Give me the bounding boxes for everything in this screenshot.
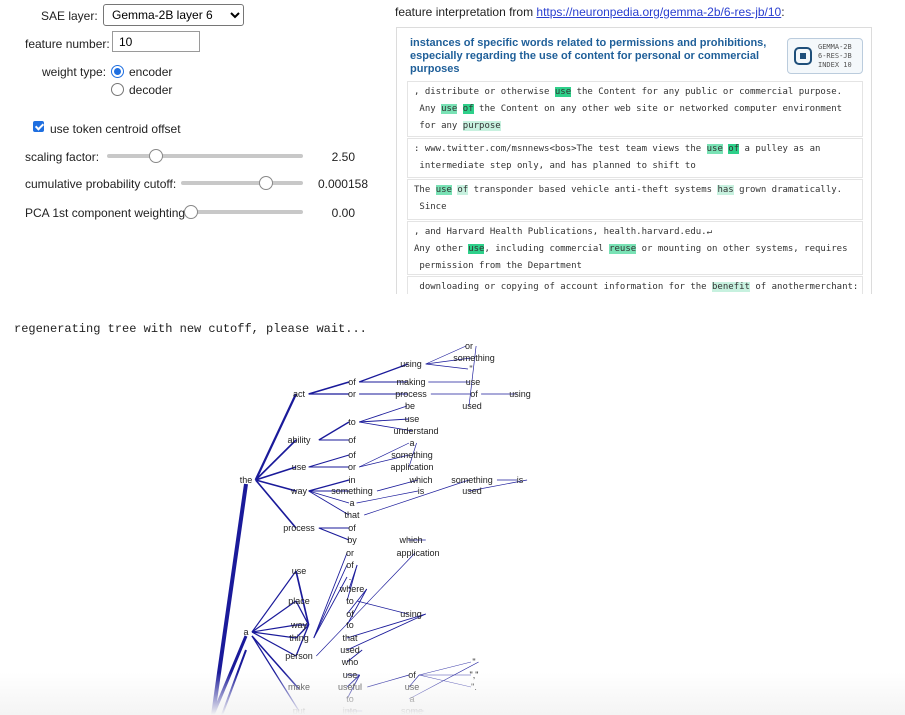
tree-edge xyxy=(255,479,297,492)
tree-node: or xyxy=(465,341,473,351)
tree-node: use xyxy=(292,566,307,576)
tree-edge xyxy=(318,527,350,541)
tree-edge xyxy=(419,674,472,688)
tree-node: or xyxy=(346,548,354,558)
tree-edge xyxy=(308,381,350,395)
tree-node: something xyxy=(391,450,433,460)
tree-node: something xyxy=(453,353,495,363)
tree-node: of xyxy=(346,560,354,570)
tree-node: a xyxy=(409,438,414,448)
tree-node: put xyxy=(293,706,306,715)
tree-node: used xyxy=(462,486,482,496)
tree-node: by xyxy=(347,535,357,545)
tree-edge xyxy=(251,624,297,633)
tree-node: where xyxy=(339,584,365,594)
tree-node: of xyxy=(348,435,356,445)
tree-node: to xyxy=(348,417,356,427)
tree-node: ability xyxy=(287,435,311,445)
tree-node: . xyxy=(349,572,352,582)
tree-edge xyxy=(316,552,416,657)
tree-node: place xyxy=(288,596,310,606)
tree-node: which xyxy=(408,475,432,485)
tree-node: a xyxy=(349,498,354,508)
tree-edge xyxy=(313,564,348,639)
tree-node: understand xyxy=(393,426,438,436)
tree-node: thing xyxy=(289,633,309,643)
tree-node: making xyxy=(396,377,425,387)
tree-node: process xyxy=(283,523,315,533)
tree-node: which xyxy=(398,535,422,545)
tree-node: the xyxy=(240,475,253,485)
tree-node: or xyxy=(348,389,356,399)
tree-edge xyxy=(419,661,472,676)
tree-node: is xyxy=(517,475,524,485)
tree-node: " xyxy=(472,657,475,667)
tree-node: using xyxy=(400,609,422,619)
tree-node: to xyxy=(346,596,354,606)
tree-node: use xyxy=(405,414,420,424)
tree-node: ". xyxy=(471,682,477,692)
tree-node: way xyxy=(290,486,308,496)
tree-node: use xyxy=(292,462,307,472)
tree-node: or xyxy=(348,462,356,472)
tree-node: some xyxy=(401,706,423,715)
tree-node: application xyxy=(390,462,433,472)
tree-edge xyxy=(408,661,479,700)
tree-edge xyxy=(367,674,410,688)
tree-edge xyxy=(255,479,297,529)
tree-edge xyxy=(211,483,248,715)
tree-node: application xyxy=(396,548,439,558)
tree-node: that xyxy=(344,510,360,520)
tree-node: of xyxy=(470,389,478,399)
tree-node: " xyxy=(469,364,472,374)
tree-node: of xyxy=(348,450,356,460)
tree-node: using xyxy=(509,389,531,399)
tree-edge xyxy=(425,363,469,370)
tree-node: into xyxy=(343,706,358,715)
tree-node: process xyxy=(395,389,427,399)
tree-edge xyxy=(364,479,470,516)
tree-node: make xyxy=(288,682,310,692)
tree-node: used xyxy=(462,401,482,411)
tree-node: to xyxy=(346,620,354,630)
tree-node: act xyxy=(293,389,306,399)
tree-node: something xyxy=(451,475,493,485)
tree-node: way xyxy=(290,620,308,630)
tree-node: in xyxy=(348,475,355,485)
tree-edge xyxy=(308,454,350,468)
tree-node: used xyxy=(340,645,360,655)
tree-edge xyxy=(313,552,348,639)
tree-edge xyxy=(318,421,350,441)
tree-node: use xyxy=(466,377,481,387)
tree-node: person xyxy=(285,651,313,661)
tree-node: who xyxy=(341,657,359,667)
tree-node: something xyxy=(331,486,373,496)
tree-node: "," xyxy=(470,670,479,680)
tree-edge xyxy=(251,635,300,712)
tree-node: that xyxy=(342,633,358,643)
tree-node: using xyxy=(400,359,422,369)
tree-node: be xyxy=(405,401,415,411)
tree-node: useful xyxy=(338,682,362,692)
tree-node: use xyxy=(343,670,358,680)
tree-node: use xyxy=(405,682,420,692)
tree-node: of xyxy=(408,670,416,680)
tree-node: of xyxy=(346,609,354,619)
tree-node: of xyxy=(348,377,356,387)
tree-node: a xyxy=(243,627,248,637)
tree-node: is xyxy=(418,486,425,496)
token-tree: the act ability use way process of or using makin… xyxy=(211,341,531,715)
tree-node: of xyxy=(348,523,356,533)
tree-node: to xyxy=(346,694,354,704)
tree-node: a xyxy=(409,694,414,704)
